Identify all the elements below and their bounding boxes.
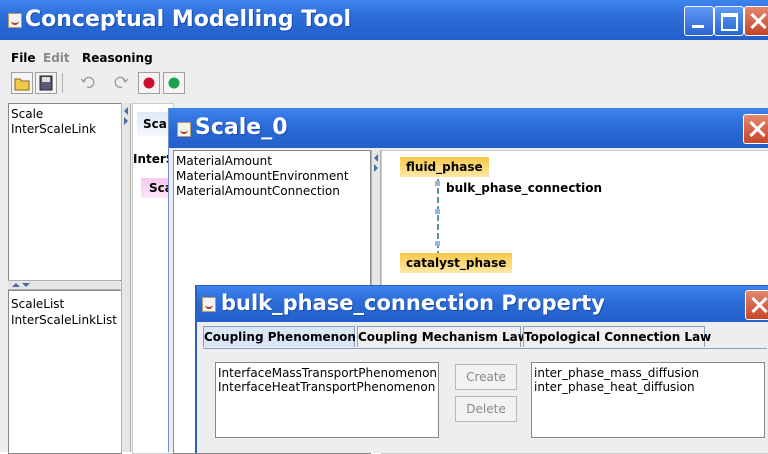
list-item[interactable]: MaterialAmountEnvironment xyxy=(176,169,349,183)
open-button[interactable] xyxy=(11,72,33,94)
create-button[interactable]: Create xyxy=(455,364,517,390)
minimize-icon xyxy=(692,25,704,28)
close-button[interactable] xyxy=(744,6,768,36)
property-close-button[interactable] xyxy=(745,290,768,320)
scale-close-button[interactable] xyxy=(743,114,768,144)
property-window-title: bulk_phase_connection Property xyxy=(221,291,605,315)
horizontal-split-divider[interactable] xyxy=(8,280,120,290)
connection-edge-label[interactable]: bulk_phase_connection xyxy=(446,181,602,195)
menu-file[interactable]: File xyxy=(11,51,36,65)
scale-title-bar[interactable]: Scale_0 xyxy=(169,108,768,148)
selected-phenomenon-list: inter_phase_mass_diffusion inter_phase_h… xyxy=(531,362,765,438)
red-circle-icon xyxy=(143,77,155,89)
list-item[interactable]: InterScaleLinkList xyxy=(11,313,117,327)
split-arrows-icon xyxy=(124,107,128,125)
redo-icon xyxy=(114,76,129,88)
toolbar xyxy=(0,70,768,100)
list-item[interactable]: MaterialAmount xyxy=(176,154,272,168)
red-dot-button[interactable] xyxy=(138,72,160,94)
catalyst-phase-node[interactable]: catalyst_phase xyxy=(400,253,513,273)
list-item[interactable]: inter_phase_heat_diffusion xyxy=(534,380,695,394)
redo-button[interactable] xyxy=(111,72,131,92)
model-lists-list: ScaleList InterScaleLinkList xyxy=(8,290,122,454)
list-item[interactable]: InterScaleLink xyxy=(11,122,96,136)
save-icon xyxy=(39,75,53,91)
vertical-split-divider[interactable] xyxy=(121,103,131,452)
undo-icon xyxy=(80,76,95,88)
list-item[interactable]: inter_phase_mass_diffusion xyxy=(534,366,699,380)
undo-button[interactable] xyxy=(78,72,98,92)
main-title: Conceptual Modelling Tool xyxy=(25,7,352,32)
save-button[interactable] xyxy=(35,72,57,94)
java-app-icon xyxy=(8,13,22,28)
tab-coupling-mechanism-law[interactable]: Coupling Mechanism Law xyxy=(357,326,529,347)
property-window: bulk_phase_connection Property Coupling … xyxy=(195,285,768,453)
list-item[interactable]: ScaleList xyxy=(11,297,64,311)
green-circle-icon xyxy=(168,77,180,89)
tab-bar: Coupling Phenomenon Coupling Mechanism L… xyxy=(203,326,767,349)
maximize-icon xyxy=(721,13,738,31)
java-app-icon xyxy=(202,297,216,312)
model-elements-list: Scale InterScaleLink xyxy=(8,103,122,281)
split-arrows-icon xyxy=(12,283,30,287)
list-item[interactable]: Scale xyxy=(11,107,43,121)
menu-bar: File Edit Reasoning xyxy=(0,48,768,68)
scale-node-label: Sca xyxy=(143,117,167,131)
scale-window-title: Scale_0 xyxy=(195,115,288,140)
fluid-phase-node[interactable]: fluid_phase xyxy=(400,157,489,177)
minimize-button[interactable] xyxy=(684,6,714,36)
java-app-icon xyxy=(177,122,191,137)
green-dot-button[interactable] xyxy=(163,72,185,94)
list-item[interactable]: MaterialAmountConnection xyxy=(176,184,340,198)
tab-topological-connection-law[interactable]: Topological Connection Law xyxy=(523,326,711,347)
tab-coupling-phenomenon[interactable]: Coupling Phenomenon xyxy=(203,326,356,347)
toolbar-separator xyxy=(62,73,63,93)
split-arrows-icon xyxy=(374,154,378,172)
menu-edit[interactable]: Edit xyxy=(43,51,70,65)
list-item[interactable]: InterfaceMassTransportPhenomenon xyxy=(218,366,437,380)
open-folder-icon xyxy=(14,78,30,91)
list-item[interactable]: InterfaceHeatTransportPhenomenon xyxy=(218,380,435,394)
maximize-button[interactable] xyxy=(714,6,744,36)
main-title-bar[interactable]: Conceptual Modelling Tool xyxy=(0,0,768,40)
property-title-bar[interactable]: bulk_phase_connection Property xyxy=(197,286,768,322)
menu-reasoning[interactable]: Reasoning xyxy=(82,51,153,65)
phenomenon-list: InterfaceMassTransportPhenomenon Interfa… xyxy=(215,362,439,438)
delete-button[interactable]: Delete xyxy=(455,396,517,422)
